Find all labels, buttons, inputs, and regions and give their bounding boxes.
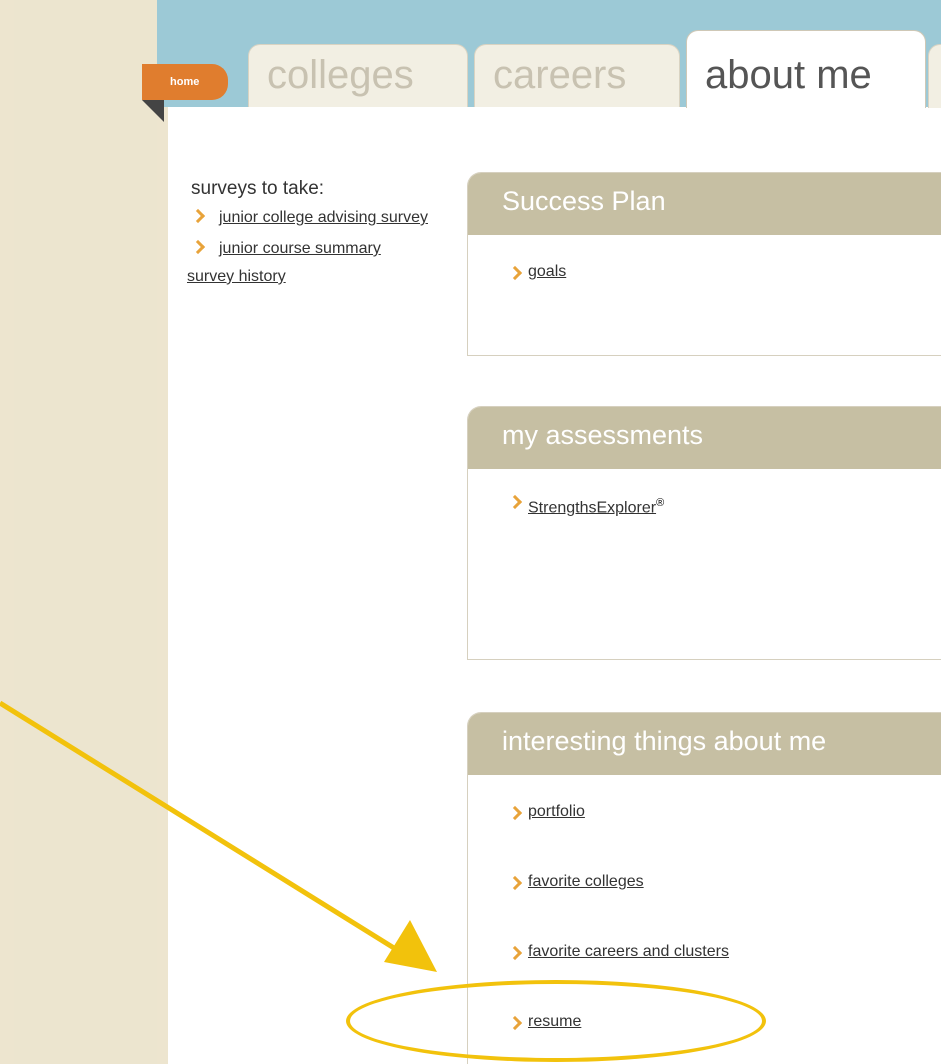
list-item-favorite-colleges: favorite colleges xyxy=(507,873,941,943)
tab-careers-label: careers xyxy=(493,53,627,97)
registered-mark: ® xyxy=(656,497,665,509)
tab-about-me[interactable]: about me xyxy=(686,30,926,108)
success-plan-title: Success Plan xyxy=(468,173,941,235)
chevron-right-icon xyxy=(507,265,523,281)
my-assessments-body: StrengthsExplorer® xyxy=(468,469,941,567)
survey-history-link[interactable]: survey history xyxy=(187,268,286,285)
chevron-right-icon xyxy=(507,875,523,891)
my-assessments-panel: my assessments StrengthsExplorer® xyxy=(467,406,941,660)
left-margin-strip xyxy=(14,0,157,1064)
chevron-right-icon xyxy=(507,494,523,510)
list-item-strengthsexplorer: StrengthsExplorer® xyxy=(507,494,941,567)
surveys-heading: surveys to take: xyxy=(191,178,325,199)
goals-link[interactable]: goals xyxy=(528,263,566,280)
survey-history: survey history xyxy=(187,268,461,286)
tab-about-me-label: about me xyxy=(705,53,872,97)
annotation-highlight-ellipse xyxy=(346,980,766,1062)
surveys-sidebar: surveys to take: junior college advising… xyxy=(187,178,461,286)
chevron-right-icon xyxy=(190,208,206,224)
interesting-things-title: interesting things about me xyxy=(468,713,941,775)
home-tab[interactable]: home xyxy=(142,64,228,100)
list-item-goals: goals xyxy=(507,263,941,333)
strengthsexplorer-link[interactable]: StrengthsExplorer xyxy=(528,499,656,516)
junior-college-advising-survey-link[interactable]: junior college advising survey xyxy=(219,209,428,226)
chevron-right-icon xyxy=(190,239,206,255)
favorite-colleges-link[interactable]: favorite colleges xyxy=(528,873,644,890)
home-tab-fold xyxy=(142,100,164,122)
sidebar-item-junior-course-summary: junior course summary xyxy=(190,237,461,260)
favorite-careers-and-clusters-link[interactable]: favorite careers and clusters xyxy=(528,943,729,960)
my-assessments-title: my assessments xyxy=(468,407,941,469)
home-tab-label: home xyxy=(170,76,200,88)
tab-colleges[interactable]: colleges xyxy=(248,44,468,107)
list-item-portfolio: portfolio xyxy=(507,803,941,873)
chevron-right-icon xyxy=(507,945,523,961)
junior-course-summary-link[interactable]: junior course summary xyxy=(219,240,381,257)
chevron-right-icon xyxy=(507,805,523,821)
tab-next-partial[interactable] xyxy=(928,44,941,108)
tab-careers[interactable]: careers xyxy=(474,44,680,107)
success-plan-panel: Success Plan goals xyxy=(467,172,941,356)
sidebar-item-junior-college-advising-survey: junior college advising survey xyxy=(190,206,461,229)
portfolio-link[interactable]: portfolio xyxy=(528,803,585,820)
screenshot-frame: home colleges careers about me surveys t… xyxy=(0,0,941,1064)
tab-colleges-label: colleges xyxy=(267,53,414,97)
success-plan-body: goals xyxy=(468,235,941,333)
